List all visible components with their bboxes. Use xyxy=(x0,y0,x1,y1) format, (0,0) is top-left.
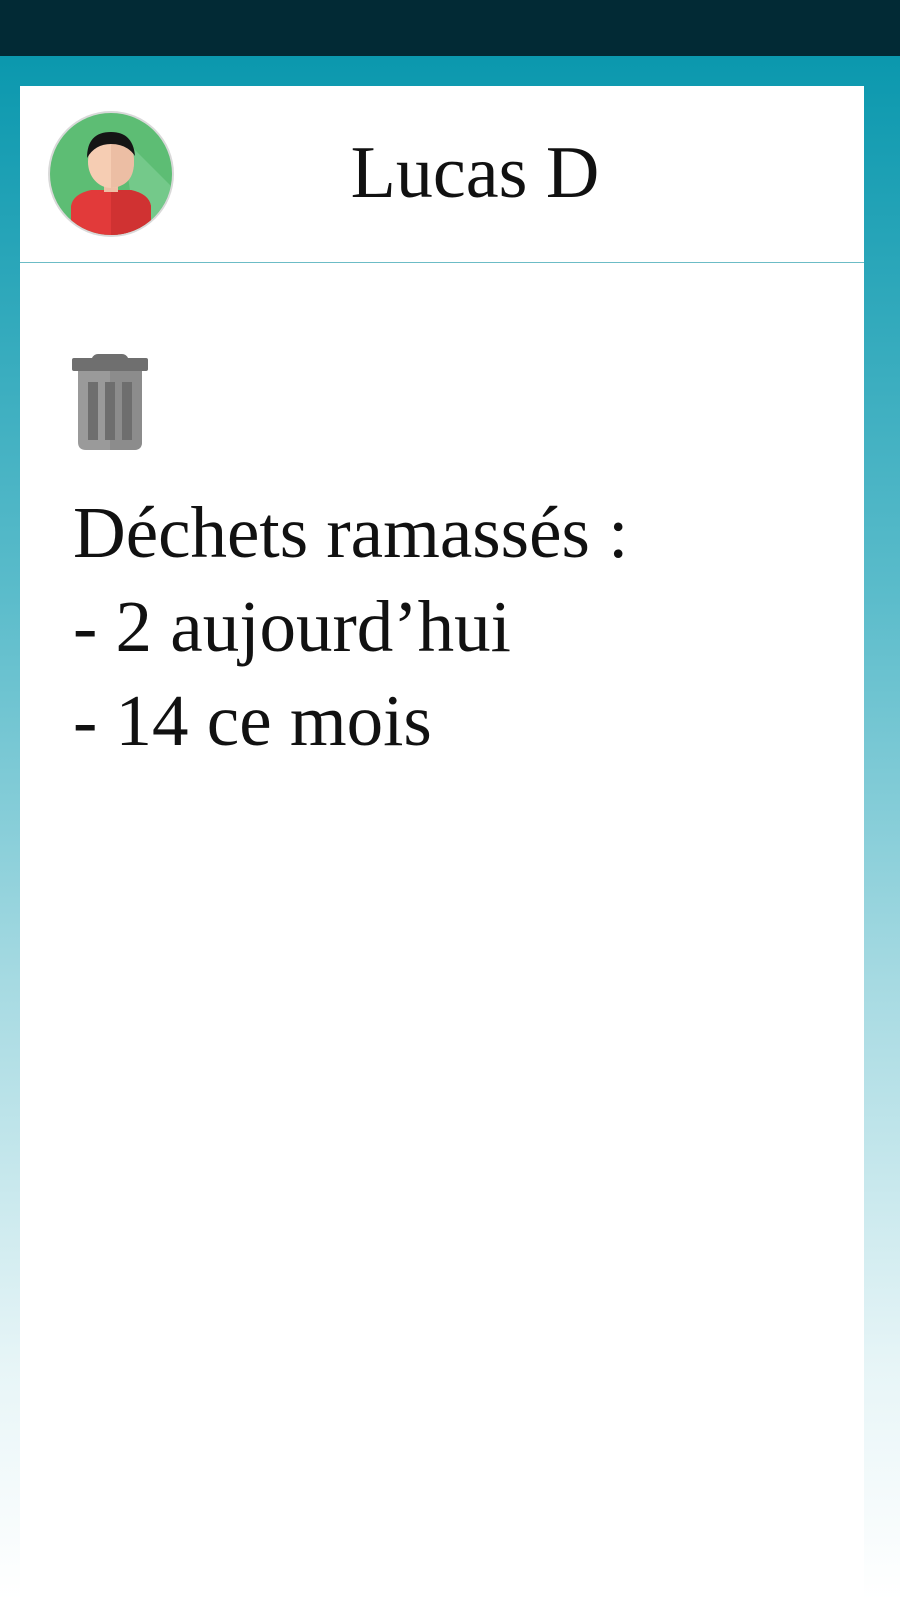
stats-heading: Déchets ramassés : xyxy=(73,492,629,573)
stats-today: - 2 aujourd’hui xyxy=(73,586,511,667)
trash-icon xyxy=(72,354,148,450)
user-name: Lucas D xyxy=(350,132,600,214)
status-bar xyxy=(0,0,900,56)
app-frame: Lucas D Déchets ramassés : - 2 aujourd’h… xyxy=(0,56,900,1600)
profile-card: Lucas D Déchets ramassés : - 2 aujourd’h… xyxy=(20,86,864,1600)
stats-month: - 14 ce mois xyxy=(73,680,432,761)
user-avatar-icon[interactable] xyxy=(47,110,175,238)
waste-stats: Déchets ramassés : - 2 aujourd’hui - 14 … xyxy=(73,486,833,768)
profile-header: Lucas D xyxy=(20,86,864,263)
